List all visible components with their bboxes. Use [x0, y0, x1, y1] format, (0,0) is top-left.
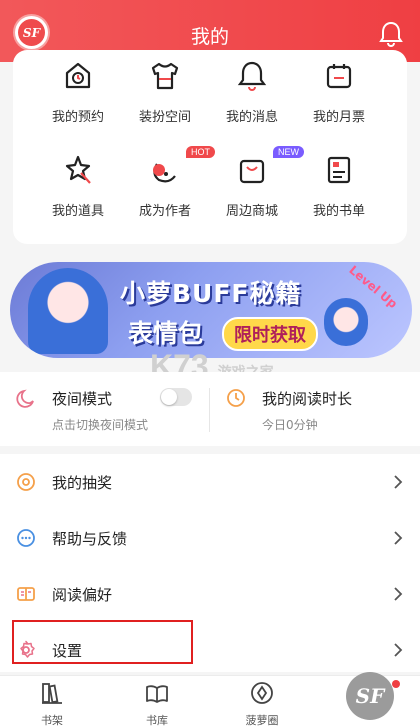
booklist-icon — [327, 156, 351, 184]
tab-library[interactable]: 书库 — [117, 680, 197, 728]
night-mode-tile[interactable]: 夜间模式 点击切换夜间模式 — [0, 372, 210, 446]
grid-item-booklist[interactable]: 我的书单 — [290, 152, 388, 219]
lottery-icon — [17, 473, 35, 491]
tab-label: 书架 — [41, 714, 63, 727]
bookshelf-icon — [42, 683, 62, 704]
promo-banner[interactable]: 小萝BUFF秘籍 表情包 限时获取 Level Up — [10, 262, 412, 358]
grid-item-shop[interactable]: NEW 周边商城 — [203, 146, 304, 219]
grid-label: 我的书单 — [312, 204, 365, 219]
chat-help-icon — [17, 529, 35, 547]
grid-label: 成为作者 — [138, 204, 191, 219]
moon-icon — [16, 389, 34, 408]
grid-item-props[interactable]: 我的道具 — [29, 152, 127, 219]
grid-item-dressup[interactable]: 装扮空间 — [116, 58, 214, 125]
community-icon — [251, 682, 273, 704]
page-title: 我的 — [190, 26, 229, 48]
tab-label: 菠萝圈 — [245, 714, 279, 727]
tab-label: 书库 — [146, 714, 168, 727]
settings-highlight-box — [12, 620, 193, 664]
tab-bookshelf[interactable]: 书架 — [12, 680, 92, 728]
mascot-illustration — [28, 268, 108, 354]
wand-icon — [65, 155, 91, 184]
grid-label: 我的预约 — [51, 110, 104, 125]
menu-label: 我的抽奖 — [52, 474, 113, 492]
banner-subtitle: 表情包 — [128, 319, 204, 348]
menu-item-reading-preference[interactable]: 阅读偏好 — [0, 566, 420, 622]
tab-community[interactable]: 菠萝圈 — [222, 680, 302, 728]
grid-label: 我的道具 — [51, 204, 104, 219]
library-icon — [146, 685, 168, 703]
reading-time-tile[interactable]: 我的阅读时长 今日0分钟 — [210, 372, 420, 446]
grid-label: 周边商城 — [225, 204, 278, 219]
reading-time-title: 我的阅读时长 — [262, 390, 353, 408]
chevron-right-icon — [394, 587, 403, 601]
menu-item-lottery[interactable]: 我的抽奖 — [0, 454, 420, 510]
notification-bell-icon[interactable] — [378, 20, 404, 48]
grid-label: 我的月票 — [312, 110, 365, 125]
section-separator — [0, 446, 420, 454]
toggle-knob — [161, 389, 177, 405]
chevron-right-icon — [394, 475, 403, 489]
feature-grid-card: 我的预约 装扮空间 我的消息 我的月票 我的道具 HOT 成为作者 NEW 周边… — [13, 50, 407, 244]
grid-item-messages[interactable]: 我的消息 — [203, 58, 301, 125]
reading-time-value: 今日0分钟 — [262, 418, 318, 432]
grid-item-monthly-ticket[interactable]: 我的月票 — [290, 58, 388, 125]
banner-title: 小萝BUFF秘籍 — [120, 279, 302, 308]
chevron-right-icon — [394, 531, 403, 545]
night-mode-title: 夜间模式 — [52, 390, 113, 408]
grid-label: 装扮空间 — [138, 110, 191, 125]
calendar-clock-icon — [65, 62, 91, 89]
notification-dot — [392, 680, 400, 688]
menu-label: 帮助与反馈 — [52, 530, 128, 548]
grid-label: 我的消息 — [225, 110, 278, 125]
mascot-mini-illustration — [324, 298, 368, 346]
grid-item-reservation[interactable]: 我的预约 — [29, 58, 127, 125]
pen-author-icon — [153, 163, 176, 183]
night-mode-subtitle: 点击切换夜间模式 — [52, 418, 149, 432]
shopping-bag-icon — [239, 159, 265, 184]
menu-item-help-feedback[interactable]: 帮助与反馈 — [0, 510, 420, 566]
night-mode-toggle[interactable] — [160, 388, 192, 406]
chevron-right-icon — [394, 643, 403, 657]
bell-icon — [237, 61, 267, 91]
ticket-icon — [326, 64, 352, 89]
shirt-icon — [151, 62, 179, 90]
clock-icon — [227, 389, 245, 407]
banner-pill: 限时获取 — [222, 317, 318, 351]
menu-label: 阅读偏好 — [52, 586, 113, 604]
grid-item-become-author[interactable]: HOT 成为作者 — [116, 146, 215, 219]
reading-pref-icon — [17, 587, 35, 601]
profile-tab-avatar[interactable]: SF — [346, 672, 394, 720]
